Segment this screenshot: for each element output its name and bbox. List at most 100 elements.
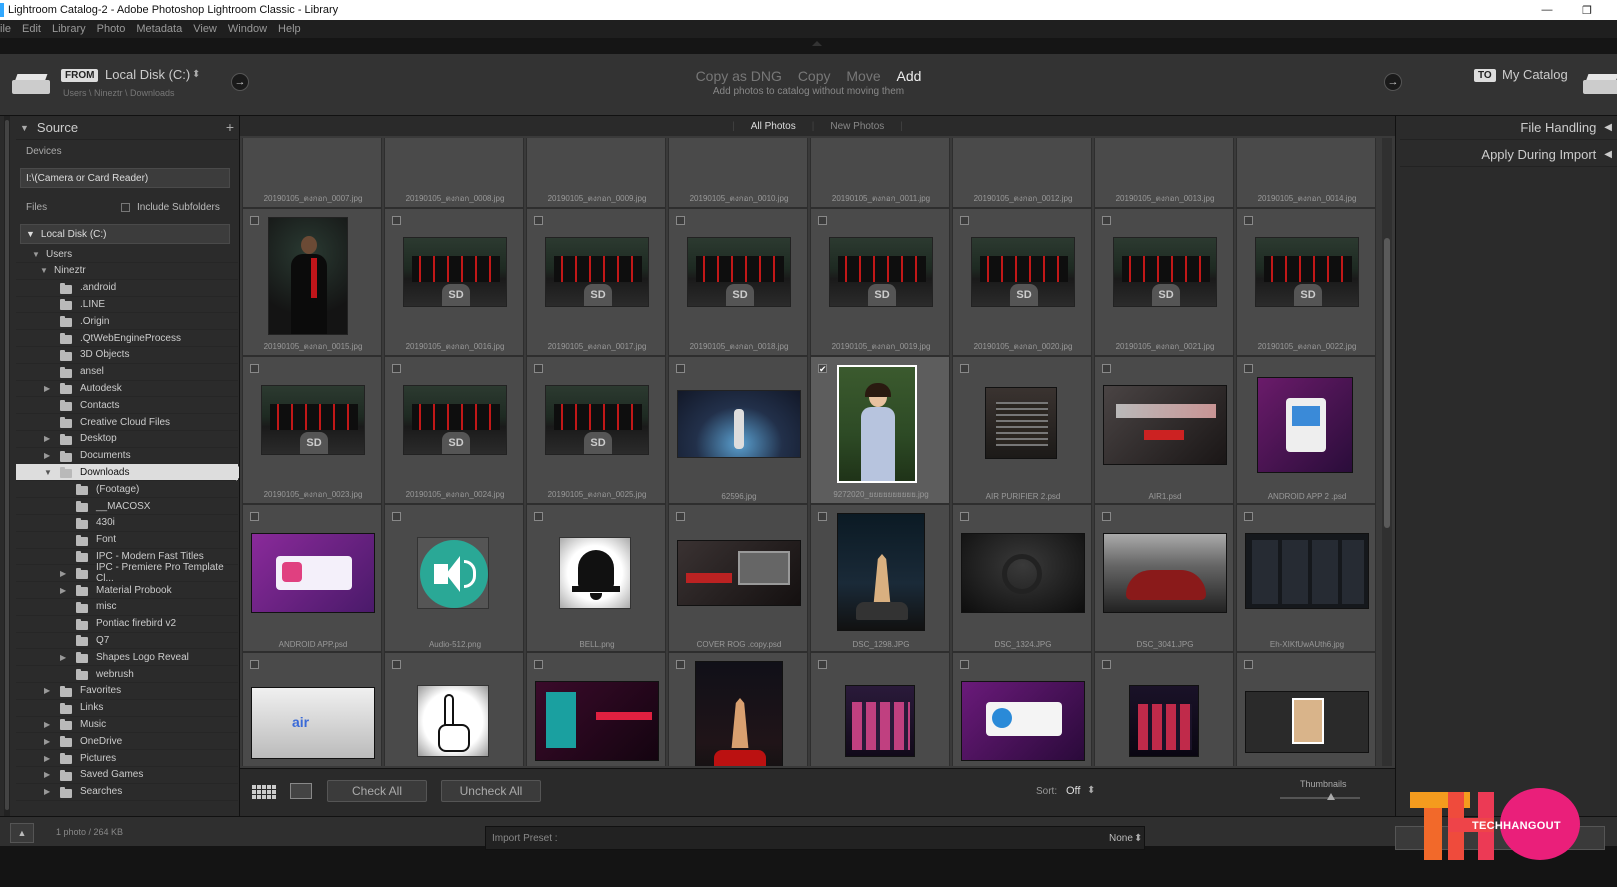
photo-checkbox[interactable]: [1102, 364, 1111, 373]
tree-item-favorites[interactable]: ▶ Favorites: [16, 683, 238, 700]
photo-checkbox[interactable]: [1102, 660, 1111, 669]
tree-item-contacts[interactable]: Contacts: [16, 397, 238, 415]
photo-cell[interactable]: [384, 652, 524, 766]
restore-button[interactable]: ❐: [1567, 0, 1607, 20]
photo-thumbnail[interactable]: [1129, 685, 1199, 757]
photo-cell[interactable]: AIR PURIFIER 2.psd: [952, 356, 1092, 504]
tree-item-misc[interactable]: misc: [16, 599, 238, 616]
expand-icon[interactable]: ▶: [44, 686, 50, 695]
photo-cell[interactable]: DSC_1298.JPG: [810, 504, 950, 652]
import-preset-value[interactable]: None: [1109, 833, 1133, 844]
photo-checkbox[interactable]: [818, 660, 827, 669]
menu-item-view[interactable]: View: [193, 23, 217, 35]
collapse-apply-import-icon[interactable]: ◀: [1604, 149, 1612, 160]
photo-checkbox[interactable]: [392, 216, 401, 225]
photo-cell[interactable]: 20190105_ตงกอก_0009.jpg: [526, 138, 666, 208]
local-disk-expand-icon[interactable]: ▼: [26, 229, 35, 239]
photo-thumbnail[interactable]: [677, 540, 801, 606]
menu-item-library[interactable]: Library: [52, 23, 86, 35]
photo-thumbnail[interactable]: [417, 537, 489, 609]
tree-item-origin[interactable]: .Origin: [16, 313, 238, 331]
photo-thumbnail[interactable]: [695, 661, 783, 766]
expand-icon[interactable]: ▶: [44, 451, 50, 460]
photo-thumbnail[interactable]: [559, 537, 631, 609]
expand-icon[interactable]: ▼: [44, 468, 52, 477]
menu-item-ile[interactable]: ile: [0, 23, 11, 35]
photo-checkbox[interactable]: [818, 512, 827, 521]
loupe-view-icon[interactable]: [290, 783, 312, 799]
photo-checkbox[interactable]: [1244, 660, 1253, 669]
tree-item-users[interactable]: ▼ Users: [16, 246, 238, 263]
tree-item-ansel[interactable]: ansel: [16, 364, 238, 381]
photo-cell[interactable]: [1094, 652, 1234, 766]
tree-item-macosx[interactable]: __MACOSX: [16, 498, 238, 515]
photo-thumbnail[interactable]: [837, 365, 917, 483]
tree-item-webrush[interactable]: webrush: [16, 666, 238, 683]
photo-cell[interactable]: DSC_1324.JPG: [952, 504, 1092, 652]
tree-item-nineztr[interactable]: ▼ Nineztr: [16, 263, 238, 280]
photo-cell[interactable]: AIR1.psd: [1094, 356, 1234, 504]
mode-copy[interactable]: Copy: [798, 68, 831, 84]
sort-value[interactable]: Off: [1066, 785, 1080, 797]
photo-cell[interactable]: 20190105_ตงกอก_0008.jpg: [384, 138, 524, 208]
photo-thumbnail[interactable]: SD: [1255, 237, 1359, 307]
photo-checkbox[interactable]: [676, 660, 685, 669]
tree-item-desktop[interactable]: ▶ Desktop: [16, 431, 238, 448]
photo-checkbox[interactable]: [960, 364, 969, 373]
photo-cell[interactable]: SD 20190105_ตงกอก_0024.jpg: [384, 356, 524, 504]
photo-thumbnail[interactable]: [1245, 533, 1369, 609]
menu-item-window[interactable]: Window: [228, 23, 267, 35]
photo-checkbox[interactable]: [960, 216, 969, 225]
photo-thumbnail[interactable]: SD: [971, 237, 1075, 307]
photo-checkbox[interactable]: [250, 216, 259, 225]
source-panel-header[interactable]: ▼ Source +: [16, 116, 238, 140]
tree-item-qtwebengineprocess[interactable]: .QtWebEngineProcess: [16, 330, 238, 347]
photo-cell[interactable]: 20190105_ตงกอก_0014.jpg: [1236, 138, 1376, 208]
photo-thumbnail[interactable]: SD: [1113, 237, 1217, 307]
photo-cell[interactable]: 20190105_ตงกอก_0012.jpg: [952, 138, 1092, 208]
tree-item-downloads[interactable]: ▼ Downloads: [16, 464, 239, 482]
tab-new-photos[interactable]: New Photos: [830, 121, 884, 132]
local-disk-row[interactable]: ▼ Local Disk (C:): [20, 224, 230, 244]
source-scrollbar[interactable]: [4, 116, 10, 816]
photo-checkbox[interactable]: [1244, 216, 1253, 225]
photo-thumbnail[interactable]: [837, 513, 925, 631]
photo-cell[interactable]: SD 20190105_ตงกอก_0019.jpg: [810, 208, 950, 356]
photo-checkbox[interactable]: [534, 660, 543, 669]
tree-item-q7[interactable]: Q7: [16, 632, 238, 650]
expand-icon[interactable]: ▶: [60, 653, 66, 662]
tree-item-font[interactable]: Font: [16, 532, 238, 549]
photo-checkbox[interactable]: ✔: [818, 364, 827, 374]
photo-thumbnail[interactable]: SD: [829, 237, 933, 307]
photo-cell[interactable]: 20190105_ตงกอก_0007.jpg: [242, 138, 382, 208]
photo-cell[interactable]: SD 20190105_ตงกอก_0025.jpg: [526, 356, 666, 504]
photo-checkbox[interactable]: [960, 512, 969, 521]
tree-item-music[interactable]: ▶ Music: [16, 716, 238, 734]
photo-cell[interactable]: 62596.jpg: [668, 356, 808, 504]
photo-cell[interactable]: SD 20190105_ตงกอก_0023.jpg: [242, 356, 382, 504]
grid-view-icon[interactable]: [250, 783, 276, 801]
tree-item-searches[interactable]: ▶ Searches: [16, 784, 238, 801]
photo-thumbnail[interactable]: [1103, 385, 1227, 465]
expand-icon[interactable]: ▶: [60, 569, 66, 578]
photo-thumbnail[interactable]: [845, 685, 915, 757]
photo-checkbox[interactable]: [392, 660, 401, 669]
photo-cell[interactable]: ✔ 9272020_ยยยยยยยยยย.jpg: [810, 356, 950, 504]
photo-checkbox[interactable]: [250, 512, 259, 521]
photo-cell[interactable]: [526, 652, 666, 766]
menu-item-edit[interactable]: Edit: [22, 23, 41, 35]
photo-thumbnail[interactable]: [985, 387, 1057, 459]
mode-add[interactable]: Add: [897, 68, 922, 84]
tree-item-creative-cloud-files[interactable]: Creative Cloud Files: [16, 414, 238, 431]
photo-checkbox[interactable]: [250, 364, 259, 373]
tree-item-footage[interactable]: (Footage): [16, 481, 238, 499]
import-preset-dropdown-icon[interactable]: ⬍: [1134, 833, 1142, 844]
expand-icon[interactable]: ▶: [44, 720, 50, 729]
photo-thumbnail[interactable]: SD: [545, 237, 649, 307]
tree-item-material-probook[interactable]: ▶ Material Probook: [16, 582, 238, 599]
collapse-file-handling-icon[interactable]: ◀: [1604, 122, 1612, 133]
photo-cell[interactable]: 20190105_ตงกอก_0010.jpg: [668, 138, 808, 208]
photo-cell[interactable]: BELL.png: [526, 504, 666, 652]
menu-item-help[interactable]: Help: [278, 23, 301, 35]
expand-icon[interactable]: ▶: [44, 737, 50, 746]
